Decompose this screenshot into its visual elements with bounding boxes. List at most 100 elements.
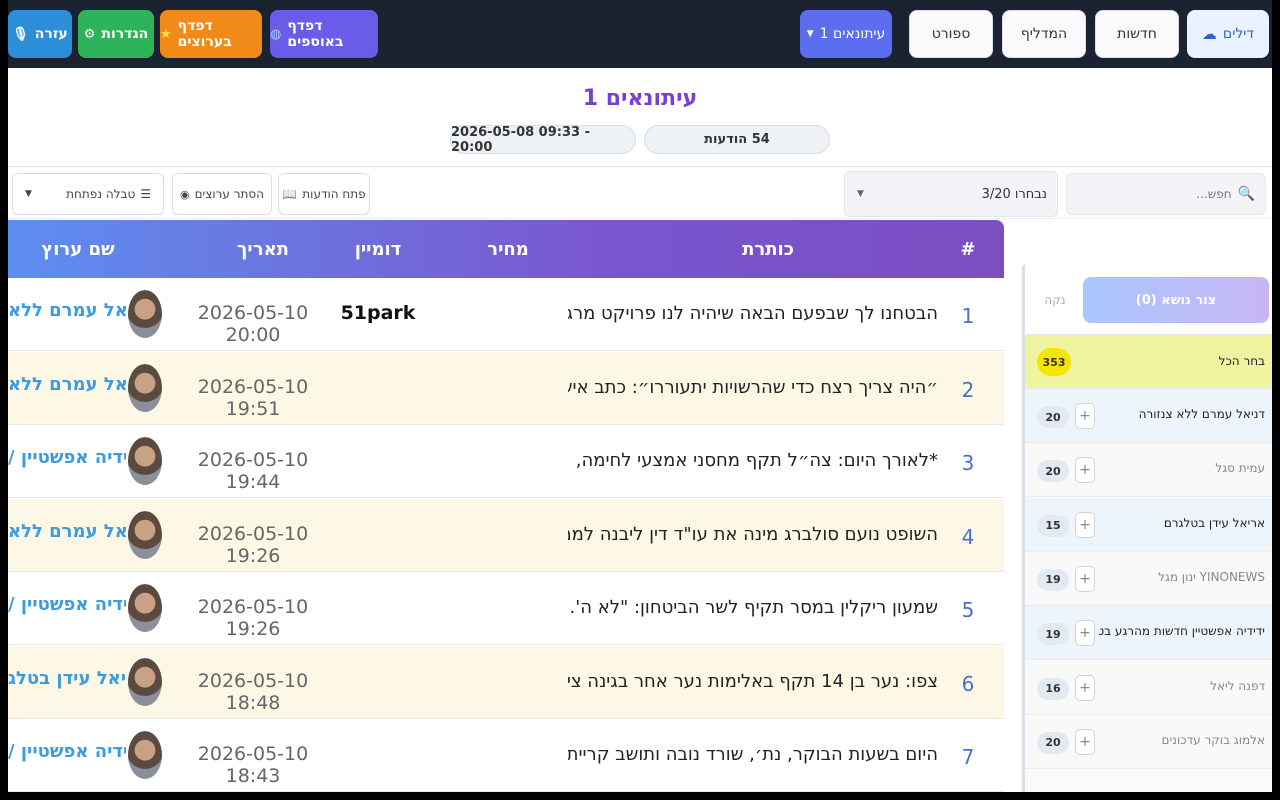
- header-num[interactable]: #: [948, 220, 988, 278]
- deals-button[interactable]: ☁ דילים: [1187, 10, 1269, 58]
- create-topic-button[interactable]: צור נושא (0): [1083, 277, 1269, 323]
- row-title[interactable]: היום בשעות הבוקר, נת׳, שורד נובה ותושב ק…: [568, 744, 938, 765]
- microphone-icon: 🎙: [12, 26, 29, 42]
- row-number: 2: [961, 377, 975, 402]
- row-date: 2026-05-10 20:00: [197, 302, 309, 346]
- date-range-text: 2026-05-08 09:33 - 20:00: [451, 124, 590, 155]
- channel-avatar: [128, 510, 162, 559]
- header-divider: [8, 166, 1272, 167]
- browse-collections-button[interactable]: ◍ דפדף באוספים: [270, 10, 378, 58]
- help-button[interactable]: 🎙 עזרה: [8, 10, 72, 58]
- plus-icon[interactable]: +: [1075, 728, 1095, 755]
- header-price[interactable]: מחיר: [448, 220, 568, 278]
- select-all-count: 353: [1037, 348, 1071, 376]
- row-channel-link[interactable]: ידידיה אפשטיין /: [8, 594, 126, 615]
- hamadlif-label: המדליף: [1020, 26, 1068, 42]
- row-date: 2026-05-10 19:44: [197, 449, 309, 493]
- row-title[interactable]: הבטחנו לך שבפעם הבאה שיהיה לנו פרויקט מר…: [568, 303, 938, 324]
- browse-collections-label: דפדף באוספים: [287, 18, 344, 50]
- app-frame: 🎙 עזרה ⚙ הגדרות ★ דפדף בערוצים ◍ דפדף בא…: [8, 0, 1272, 792]
- create-topic-label: צור נושא (0): [1135, 292, 1217, 308]
- row-title-text: השופט נועם סולברג מינה את עו"ד דין ליבנה…: [568, 523, 938, 545]
- deals-label: דילים: [1222, 26, 1255, 42]
- table-row[interactable]: 5 שמעון ריקלין במסר תקיף לשר הביטחון: "לא…: [8, 572, 1004, 645]
- journalists-dropdown[interactable]: ▼ עיתונאים 1: [800, 10, 892, 58]
- row-number: 6: [961, 671, 975, 696]
- sport-button[interactable]: ספורט: [909, 10, 993, 58]
- settings-button[interactable]: ⚙ הגדרות: [78, 10, 154, 58]
- row-channel-text: ידידיה אפשטיין /: [8, 447, 126, 468]
- chevron-down-icon: ▼: [857, 189, 864, 199]
- top-nav: 🎙 עזרה ⚙ הגדרות ★ דפדף בערוצים ◍ דפדף בא…: [8, 0, 1272, 68]
- table-row[interactable]: 2 ״היה צריך רצח כדי שהרשויות יתעוררו״: כת…: [8, 351, 1004, 425]
- row-channel-link[interactable]: ידידיה אפשטיין /: [8, 741, 126, 762]
- open-messages-button[interactable]: 📖 פתח הודעות: [278, 173, 370, 215]
- plus-icon[interactable]: +: [1075, 620, 1095, 647]
- sidebar-channel-item[interactable]: 20 + דניאל עמרם ללא צנזורה: [1025, 389, 1272, 443]
- row-title[interactable]: שמעון ריקלין במסר תקיף לשר הביטחון: "לא …: [568, 597, 938, 618]
- hamadlif-button[interactable]: המדליף: [1002, 10, 1086, 58]
- row-title-text: היום בשעות הבוקר, נת׳, שורד נובה ותושב ק…: [568, 744, 938, 765]
- settings-label: הגדרות: [101, 26, 149, 42]
- row-channel-text: דניאל עמרם ללא: [8, 300, 126, 321]
- browse-channels-button[interactable]: ★ דפדף בערוצים: [160, 10, 262, 58]
- header-date[interactable]: תאריך: [188, 220, 338, 278]
- hide-channels-button[interactable]: ◉ הסתר ערוצים: [172, 173, 272, 215]
- row-date: 2026-05-10 19:51: [197, 375, 309, 420]
- row-channel-link[interactable]: דניאל עמרם ללא: [8, 300, 126, 321]
- gear-icon: ⚙: [83, 26, 96, 42]
- row-channel-link[interactable]: אריאל עידן בטלג: [8, 668, 126, 689]
- view-mode-select[interactable]: ▼ טבלה נפתחת ☰: [12, 173, 164, 215]
- help-label: עזרה: [34, 26, 68, 42]
- row-channel-link[interactable]: דניאל עמרם ללא: [8, 374, 126, 395]
- row-title-text: שמעון ריקלין במסר תקיף לשר הביטחון: "לא …: [568, 597, 938, 618]
- sidebar-channel-item[interactable]: 15 + אריאל עידן בטלגרם: [1025, 497, 1272, 552]
- table-row[interactable]: 6 צפו: נער בן 14 תקף באלימות נער אחר בגינ…: [8, 645, 1004, 719]
- row-title[interactable]: *לאורך היום: צה״ל תקף מחסני אמצעי לחימה,…: [568, 450, 938, 471]
- row-channel-text: דניאל עמרם ללא: [8, 373, 126, 395]
- table-row[interactable]: 4 השופט נועם סולברג מינה את עו"ד דין ליבנ…: [8, 498, 1004, 572]
- select-all-label: בחר הכל: [1218, 354, 1265, 368]
- sidebar-channel-item[interactable]: 20 + אלמוג בוקר עדכונים: [1025, 714, 1272, 769]
- table-row[interactable]: 7 היום בשעות הבוקר, נת׳, שורד נובה ותושב …: [8, 719, 1004, 792]
- sidebar-channel-item[interactable]: 19 + ידידיה אפשטיין חדשות מהרגע בט...: [1025, 606, 1272, 661]
- search-input[interactable]: [1081, 187, 1232, 201]
- channel-name: עמית סגל: [1215, 461, 1265, 476]
- channel-count-badge: 16: [1037, 677, 1069, 700]
- table-row[interactable]: 1 הבטחנו לך שבפעם הבאה שיהיה לנו פרויקט מ…: [8, 278, 1004, 351]
- toolbar-divider: [8, 218, 1272, 219]
- header-title[interactable]: כותרת: [648, 220, 888, 278]
- plus-icon[interactable]: +: [1075, 403, 1095, 429]
- table-row[interactable]: 3 *לאורך היום: צה״ל תקף מחסני אמצעי לחימה…: [8, 425, 1004, 498]
- row-title[interactable]: השופט נועם סולברג מינה את עו"ד דין ליבנה…: [568, 524, 938, 545]
- sport-label: ספורט: [931, 26, 971, 42]
- search-box[interactable]: 🔍: [1066, 173, 1266, 215]
- row-title[interactable]: צפו: נער בן 14 תקף באלימות נער אחר בגינה…: [568, 671, 938, 692]
- book-icon: 📖: [282, 187, 298, 201]
- search-icon: 🔍: [1237, 186, 1255, 202]
- sidebar-channel-item[interactable]: 16 + דפנה ליאל: [1025, 660, 1272, 715]
- news-button[interactable]: חדשות: [1095, 10, 1179, 58]
- browse-channels-label: דפדף בערוצים: [177, 18, 232, 50]
- row-number: 4: [961, 524, 975, 549]
- channel-name: ידידיה אפשטיין חדשות מהרגע בט...: [1099, 624, 1265, 639]
- header-channel[interactable]: שם ערוץ: [8, 220, 148, 278]
- row-title[interactable]: ״היה צריך רצח כדי שהרשויות יתעוררו״: כתב…: [568, 377, 938, 398]
- row-date: 2026-05-10 19:26: [197, 596, 309, 640]
- row-title-text: הבטחנו לך שבפעם הבאה שיהיה לנו פרויקט מר…: [568, 303, 938, 324]
- sidebar-channel-item[interactable]: 19 + YINONEWS ינון מגל: [1025, 551, 1272, 606]
- row-channel-text: אריאל עידן בטלג: [8, 667, 126, 689]
- date-range-pill: 2026-05-08 09:33 - 20:00: [450, 124, 636, 155]
- plus-icon[interactable]: +: [1075, 457, 1095, 484]
- plus-icon[interactable]: +: [1075, 511, 1095, 538]
- row-channel-link[interactable]: דניאל עמרם ללא: [8, 521, 126, 542]
- sidebar-channel-item[interactable]: 20 + עמית סגל: [1025, 443, 1272, 498]
- channel-name: אריאל עידן בטלגרם: [1163, 515, 1265, 530]
- plus-icon[interactable]: +: [1075, 565, 1095, 592]
- select-all-row[interactable]: 353 בחר הכל: [1025, 335, 1272, 389]
- channel-select-dropdown[interactable]: ▼ נבחרו 3/20: [844, 171, 1058, 217]
- plus-icon[interactable]: +: [1075, 674, 1095, 701]
- row-channel-link[interactable]: ידידיה אפשטיין /: [8, 447, 126, 468]
- clear-button[interactable]: נקה: [1035, 283, 1075, 317]
- hide-channels-label: הסתר ערוצים: [194, 187, 265, 201]
